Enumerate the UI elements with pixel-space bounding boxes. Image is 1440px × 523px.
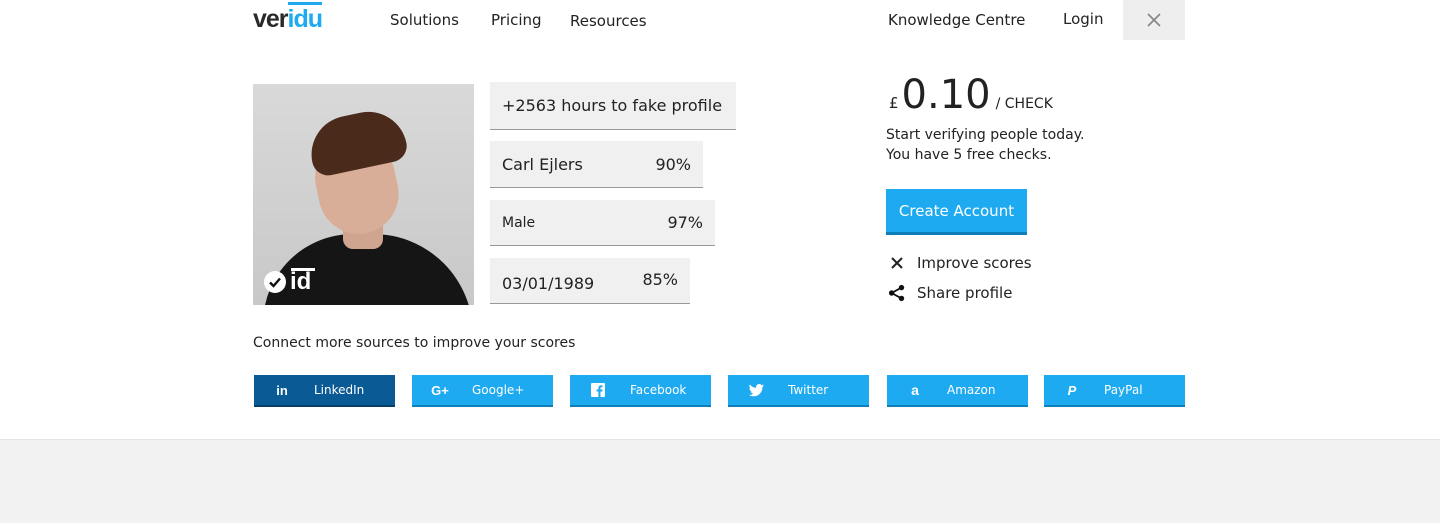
source-amazon-button[interactable]: a Amazon bbox=[887, 375, 1028, 407]
fake-profile-hours: +2563 hours to fake profile bbox=[490, 82, 736, 130]
logo-text-part1: ver bbox=[253, 5, 289, 33]
pricing-tagline: Start verifying people today. You have 5… bbox=[886, 125, 1084, 165]
create-account-button[interactable]: Create Account bbox=[886, 189, 1027, 235]
check-circle-icon bbox=[264, 271, 286, 293]
price-currency: £ bbox=[889, 94, 899, 112]
source-googleplus-button[interactable]: G+ Google+ bbox=[412, 375, 553, 407]
verified-id-badge: id bbox=[264, 268, 315, 294]
close-button[interactable] bbox=[1123, 0, 1185, 40]
gender-score-row: Male 97% bbox=[490, 200, 715, 246]
source-facebook-button[interactable]: Facebook bbox=[570, 375, 711, 407]
source-linkedin-label: LinkedIn bbox=[314, 383, 365, 397]
veridu-logo[interactable]: ver idu bbox=[253, 2, 323, 35]
source-googleplus-label: Google+ bbox=[472, 383, 525, 397]
nav-login[interactable]: Login bbox=[1063, 10, 1103, 28]
google-plus-icon: G+ bbox=[431, 382, 449, 398]
twitter-icon bbox=[728, 383, 784, 397]
dob-score-row: 03/01/1989 85% bbox=[490, 258, 690, 304]
close-icon bbox=[1147, 13, 1161, 27]
logo-text-part2: idu bbox=[287, 2, 323, 33]
amazon-icon: a bbox=[911, 382, 919, 398]
dob-score: 85% bbox=[642, 270, 678, 289]
profile-photo: id bbox=[253, 84, 474, 305]
name-value: Carl Ejlers bbox=[502, 154, 583, 174]
improve-scores-link[interactable]: Improve scores bbox=[888, 254, 1032, 272]
share-profile-link[interactable]: Share profile bbox=[888, 284, 1012, 302]
facebook-icon bbox=[570, 383, 626, 397]
source-paypal-button[interactable]: P PayPal bbox=[1044, 375, 1185, 407]
nav-pricing[interactable]: Pricing bbox=[491, 11, 542, 29]
share-icon bbox=[888, 284, 906, 302]
nav-solutions[interactable]: Solutions bbox=[390, 11, 459, 29]
price-unit: / CHECK bbox=[995, 96, 1053, 112]
price-amount: 0.10 bbox=[901, 72, 991, 118]
source-amazon-label: Amazon bbox=[947, 383, 996, 397]
id-logo-icon: id bbox=[290, 268, 315, 294]
share-profile-label: Share profile bbox=[917, 284, 1013, 302]
improve-scores-label: Improve scores bbox=[917, 254, 1032, 272]
dob-value: 03/01/1989 bbox=[502, 274, 595, 293]
nav-knowledge-centre[interactable]: Knowledge Centre bbox=[888, 11, 1025, 29]
tagline-line1: Start verifying people today. bbox=[886, 127, 1085, 143]
main-panel: ver idu Solutions Pricing Resources Knowl… bbox=[0, 0, 1440, 440]
hours-text: +2563 hours to fake profile bbox=[502, 96, 723, 115]
tagline-line2: You have 5 free checks. bbox=[886, 147, 1052, 163]
name-score-row: Carl Ejlers 90% bbox=[490, 141, 703, 188]
source-linkedin-button[interactable]: in LinkedIn bbox=[254, 375, 395, 407]
linkedin-icon: in bbox=[276, 382, 288, 398]
source-twitter-label: Twitter bbox=[788, 383, 829, 397]
close-x-icon bbox=[888, 254, 906, 272]
connect-heading: Connect more sources to improve your sco… bbox=[253, 335, 576, 351]
footer-area bbox=[0, 441, 1440, 523]
name-score: 90% bbox=[655, 154, 691, 174]
nav-resources[interactable]: Resources bbox=[570, 12, 647, 30]
gender-value: Male bbox=[502, 214, 536, 231]
paypal-icon: P bbox=[1067, 382, 1077, 398]
gender-score: 97% bbox=[667, 213, 703, 232]
source-twitter-button[interactable]: Twitter bbox=[728, 375, 869, 407]
source-paypal-label: PayPal bbox=[1104, 383, 1143, 397]
price-display: £ 0.10 / CHECK bbox=[889, 72, 1053, 118]
source-facebook-label: Facebook bbox=[630, 383, 687, 397]
